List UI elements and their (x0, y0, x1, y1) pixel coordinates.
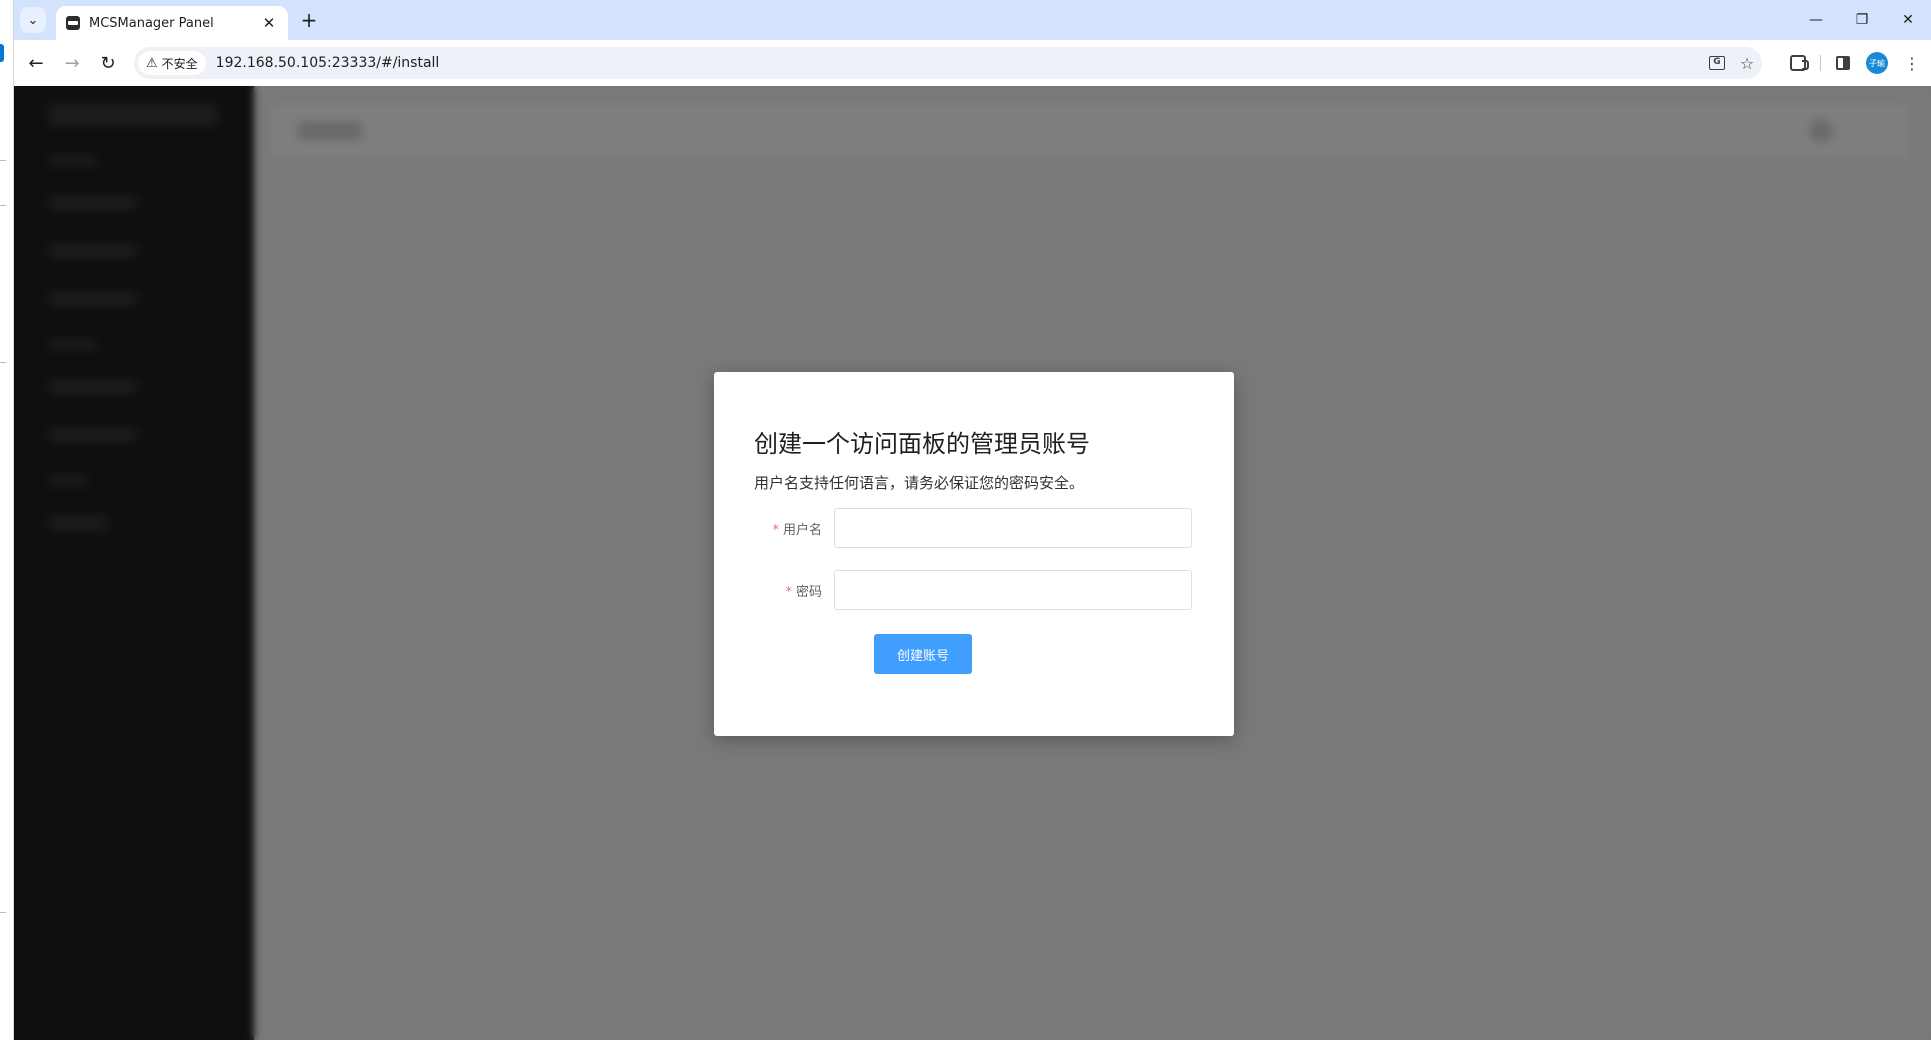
plus-icon: + (300, 8, 318, 32)
new-tab-button[interactable]: + (296, 7, 322, 33)
username-row: * 用户名 (754, 508, 1194, 548)
desktop-tick (0, 362, 6, 363)
browser-toolbar: ← → ↻ ⚠ 不安全 192.168.50.105:23333/#/insta… (14, 40, 1931, 86)
translate-icon: G (1709, 56, 1725, 70)
arrow-left-icon: ← (28, 52, 44, 74)
dialog-subtitle: 用户名支持任何语言，请务必保证您的密码安全。 (754, 474, 1085, 492)
side-panel-button[interactable] (1829, 49, 1857, 77)
back-button[interactable]: ← (22, 49, 50, 77)
password-input[interactable] (834, 570, 1192, 610)
desktop-tick (0, 912, 6, 913)
username-input[interactable] (834, 508, 1192, 548)
avatar-initials: 子瑜 (1869, 58, 1885, 68)
desktop-tick (0, 160, 6, 161)
puzzle-icon (1790, 55, 1809, 71)
minimize-button[interactable]: — (1793, 0, 1839, 40)
toolbar-divider (1820, 55, 1821, 71)
minimize-icon: — (1809, 12, 1823, 28)
arrow-right-icon: → (64, 52, 80, 74)
tab-search-button[interactable]: ⌄ (20, 7, 46, 33)
page-viewport: 创建一个访问面板的管理员账号 用户名支持任何语言，请务必保证您的密码安全。 * 用… (14, 86, 1931, 1040)
close-window-button[interactable]: ✕ (1885, 0, 1931, 40)
favicon-icon (66, 16, 80, 30)
extensions-button[interactable] (1784, 49, 1812, 77)
install-dialog: 创建一个访问面板的管理员账号 用户名支持任何语言，请务必保证您的密码安全。 * 用… (714, 372, 1234, 736)
dialog-title: 创建一个访问面板的管理员账号 (754, 430, 1090, 458)
url-text[interactable]: 192.168.50.105:23333/#/install (216, 55, 1702, 71)
forward-button[interactable]: → (58, 49, 86, 77)
reload-icon: ↻ (100, 52, 116, 74)
restore-button[interactable]: ❐ (1839, 0, 1885, 40)
menu-button[interactable]: ⋮ (1898, 49, 1926, 77)
bookmark-button[interactable]: ☆ (1732, 49, 1762, 77)
username-label: * 用户名 (754, 519, 834, 538)
desktop-edge (0, 0, 14, 1040)
translate-button[interactable]: G (1702, 49, 1732, 77)
reload-button[interactable]: ↻ (94, 49, 122, 77)
tab-mcsmanager[interactable]: MCSManager Panel ✕ (56, 6, 288, 40)
restore-icon: ❐ (1855, 12, 1869, 28)
password-label-text: 密码 (795, 584, 822, 600)
chevron-down-icon: ⌄ (27, 12, 39, 28)
browser-window: ⌄ MCSManager Panel ✕ + — ❐ ✕ ← → ↻ ⚠ 不安全… (14, 0, 1931, 1040)
security-chip[interactable]: ⚠ 不安全 (138, 51, 206, 75)
password-row: * 密码 (754, 570, 1194, 610)
tab-strip: ⌄ MCSManager Panel ✕ + — ❐ ✕ (14, 0, 1931, 40)
profile-avatar[interactable]: 子瑜 (1866, 52, 1888, 74)
window-controls: — ❐ ✕ (1793, 0, 1931, 40)
side-panel-icon (1836, 56, 1850, 70)
tab-title: MCSManager Panel (89, 15, 214, 31)
desktop-tick (0, 205, 6, 206)
close-icon: ✕ (1902, 12, 1914, 28)
taskbar-indicator (0, 44, 4, 62)
more-vertical-icon: ⋮ (1904, 53, 1920, 73)
close-icon[interactable]: ✕ (260, 14, 278, 32)
star-icon: ☆ (1739, 53, 1755, 73)
warning-icon: ⚠ (146, 55, 158, 71)
password-label: * 密码 (754, 581, 834, 600)
required-marker: * (772, 522, 779, 538)
address-bar[interactable]: ⚠ 不安全 192.168.50.105:23333/#/install G ☆ (134, 47, 1762, 79)
create-account-button[interactable]: 创建账号 (874, 634, 972, 674)
username-label-text: 用户名 (782, 522, 822, 538)
required-marker: * (785, 584, 792, 600)
security-label: 不安全 (161, 56, 198, 71)
